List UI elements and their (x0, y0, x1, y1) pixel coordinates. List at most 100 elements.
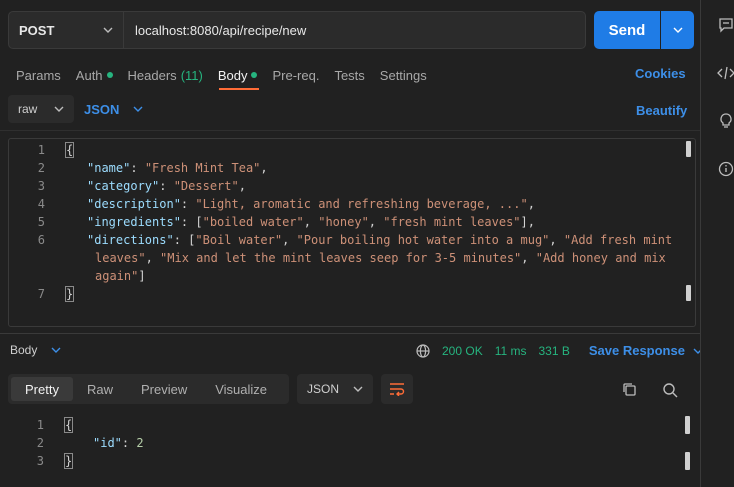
line-number: 5 (37, 215, 45, 229)
json-value: "Boil water" (195, 233, 283, 247)
body-status-dot (251, 72, 258, 78)
close-brace: } (65, 286, 75, 302)
json-value: 2 (136, 436, 144, 450)
tab-headers-label: Headers (127, 67, 177, 83)
chevron-down-icon (51, 347, 61, 353)
bulb-icon[interactable] (718, 113, 734, 129)
tab-headers[interactable]: Headers (11) (128, 68, 203, 83)
auth-status-dot (106, 72, 113, 78)
json-value: "Add honey and mix (535, 251, 666, 265)
status-code[interactable]: 200 OK (442, 344, 483, 358)
line-number: 7 (37, 287, 45, 301)
active-tab-indicator (219, 88, 259, 90)
json-value: "Mix and let the mint leaves seep for 3-… (160, 251, 522, 265)
response-body-select[interactable]: Body (10, 343, 61, 357)
json-value: leaves" (95, 251, 146, 265)
chevron-down-icon (133, 106, 143, 112)
copy-icon[interactable] (622, 382, 637, 397)
response-body-viewer[interactable]: 1 2 3 { "id": 2 } (0, 414, 700, 487)
tab-params-label: Params (16, 67, 61, 83)
json-value: "boiled water" (202, 215, 304, 229)
open-brace: { (64, 417, 74, 433)
body-language-select[interactable]: JSON (84, 95, 143, 123)
response-format-select[interactable]: JSON (297, 374, 373, 404)
view-pretty[interactable]: Pretty (11, 377, 73, 401)
tab-prereq-label: Pre-req. (272, 67, 320, 83)
body-mode-select[interactable]: raw (8, 95, 74, 123)
wrap-lines-button[interactable] (381, 374, 413, 404)
scrollbar-thumb[interactable] (685, 416, 690, 434)
tab-tests-label: Tests (334, 67, 365, 83)
response-view-toggle: Pretty Raw Preview Visualize (8, 374, 289, 404)
line-number: 1 (36, 418, 44, 432)
json-value: "Add fresh mint (563, 233, 673, 247)
json-key: "id" (93, 436, 122, 450)
json-value: "honey" (318, 215, 369, 229)
line-number: 1 (37, 143, 45, 157)
tab-settings[interactable]: Settings (380, 68, 427, 83)
scrollbar-thumb[interactable] (685, 452, 690, 470)
json-key: "directions" (87, 233, 174, 247)
right-sidebar (700, 0, 734, 487)
wrap-lines-icon (389, 382, 405, 396)
panel-divider[interactable] (0, 333, 700, 334)
tab-prereq[interactable]: Pre-req. (272, 68, 319, 83)
method-label: POST (19, 22, 55, 38)
json-value: again" (95, 269, 139, 283)
tab-body[interactable]: Body (218, 68, 258, 83)
response-time[interactable]: 11 ms (495, 344, 527, 358)
body-language-label: JSON (84, 101, 120, 117)
json-value: "Light, aromatic and refreshing beverage… (195, 197, 528, 211)
chevron-down-icon (673, 27, 683, 33)
send-options-button[interactable] (661, 11, 694, 49)
globe-icon[interactable] (416, 343, 430, 358)
view-raw[interactable]: Raw (73, 377, 127, 401)
tab-auth-label: Auth (75, 67, 103, 83)
close-brace: } (64, 453, 74, 469)
cookies-link[interactable]: Cookies (635, 66, 686, 81)
info-icon[interactable] (718, 161, 734, 177)
method-select[interactable]: POST (8, 11, 124, 49)
line-number: 3 (36, 454, 44, 468)
code-icon[interactable] (717, 66, 734, 80)
search-icon[interactable] (662, 382, 678, 398)
open-brace: { (65, 142, 75, 158)
body-mode-label: raw (18, 102, 38, 116)
response-body-label: Body (10, 343, 38, 357)
view-visualize[interactable]: Visualize (201, 377, 281, 401)
save-response-button[interactable]: Save Response (589, 343, 685, 358)
response-size[interactable]: 331 B (539, 344, 570, 358)
url-text: localhost:8080/api/recipe/new (135, 22, 307, 38)
url-input[interactable]: localhost:8080/api/recipe/new (124, 11, 586, 49)
json-value: "fresh mint leaves" (383, 215, 521, 229)
response-format-label: JSON (307, 382, 340, 396)
json-key: "name" (87, 161, 131, 175)
send-label: Send (608, 21, 646, 39)
scrollbar-thumb[interactable] (686, 141, 691, 157)
tab-auth[interactable]: Auth (76, 68, 113, 83)
view-preview[interactable]: Preview (127, 377, 201, 401)
json-key: "ingredients" (87, 215, 181, 229)
chevron-down-icon (353, 386, 363, 392)
scrollbar-thumb[interactable] (686, 285, 691, 301)
json-key: "description" (87, 197, 181, 211)
json-value: "Dessert" (173, 179, 239, 193)
comments-icon[interactable] (718, 17, 734, 33)
tab-tests[interactable]: Tests (334, 68, 364, 83)
tab-params[interactable]: Params (16, 68, 61, 83)
json-key: "category" (87, 179, 160, 193)
line-number: 2 (36, 436, 44, 450)
json-value: "Pour boiling hot water into a mug" (296, 233, 550, 247)
tab-body-label: Body (217, 67, 248, 83)
request-body-editor[interactable]: 1 2 3 4 5 6 7 { "name": "Fresh Mint Tea"… (8, 138, 696, 327)
divider (0, 130, 700, 131)
line-number: 6 (37, 233, 45, 247)
tab-settings-label: Settings (379, 67, 427, 83)
chevron-down-icon (103, 27, 113, 33)
request-tabs: Params Auth Headers (11) Body Pre-req. Te… (16, 66, 442, 84)
beautify-button[interactable]: Beautify (636, 103, 687, 118)
response-status-bar: 200 OK 11 ms 331 B Save Response (416, 343, 703, 358)
line-number: 3 (37, 179, 45, 193)
send-button[interactable]: Send (594, 11, 660, 49)
json-value: "Fresh Mint Tea" (144, 161, 261, 175)
